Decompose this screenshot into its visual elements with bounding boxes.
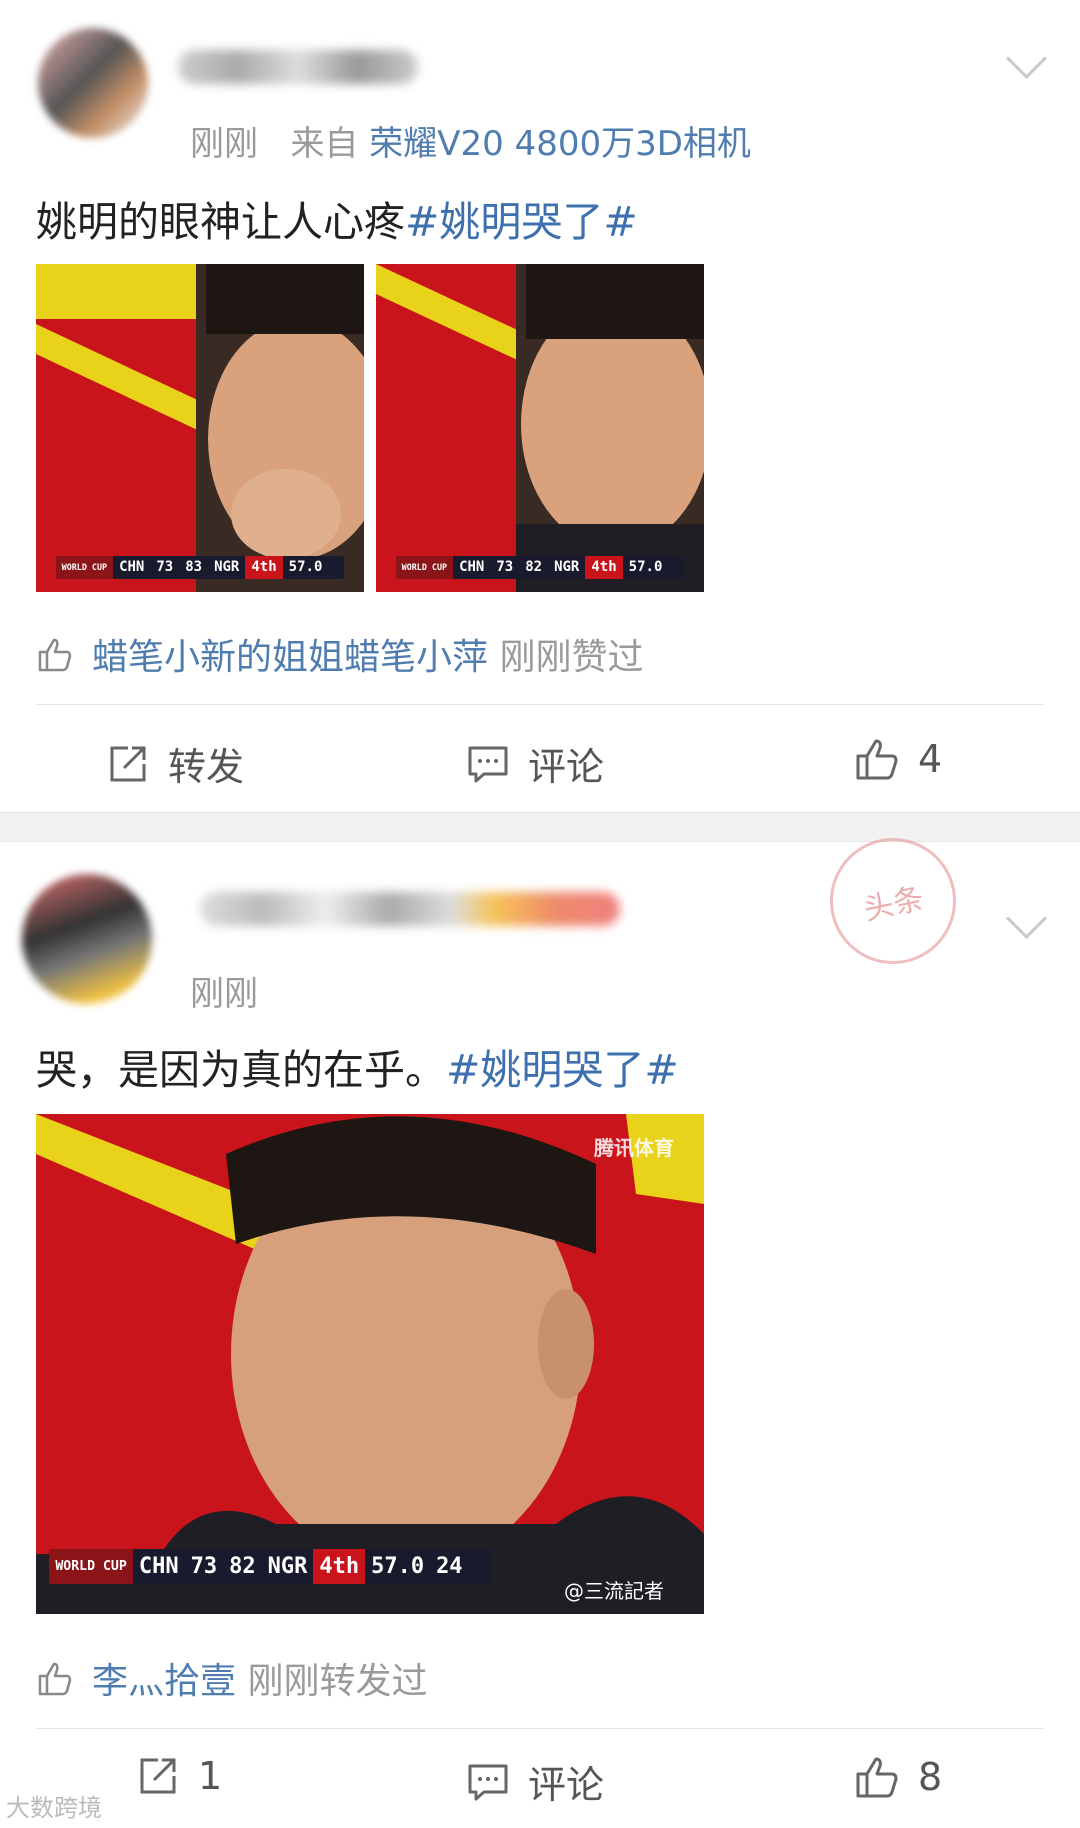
- thumbs-up-icon: [856, 1757, 898, 1798]
- comment-label: 评论: [528, 745, 605, 789]
- liker-name[interactable]: 蜡笔小新的姐姐蜡笔小萍: [92, 637, 488, 678]
- comment-button[interactable]: 评论: [466, 736, 604, 791]
- like-button[interactable]: 8: [854, 1754, 942, 1800]
- score1: 73: [190, 1554, 218, 1579]
- shot-clock: 24: [436, 1554, 463, 1579]
- team2: NGR: [267, 1554, 308, 1579]
- comment-button[interactable]: 评论: [466, 1754, 604, 1809]
- team1: CHN: [459, 559, 485, 576]
- post-time: 刚刚: [190, 974, 258, 1014]
- share-icon: [110, 746, 146, 781]
- team1: CHN: [138, 1554, 179, 1579]
- post-card: 刚刚 来自 荣耀V20 4800万3D相机 姚明的眼神让人心疼#姚明哭了# WO…: [0, 0, 1080, 812]
- scoreboard: WORLD CUP CHN 73 83 NGR 4th 57.0: [55, 555, 345, 579]
- repost-count: 1: [198, 1754, 223, 1798]
- feed-separator: [0, 812, 1080, 842]
- post-text: 姚明的眼神让人心疼#姚明哭了#: [36, 188, 638, 248]
- clock: 57.0: [628, 559, 663, 576]
- post-image[interactable]: WORLD CUP CHN 73 82 NGR 4th 57.0: [376, 264, 704, 592]
- post-meta: 刚刚 来自 荣耀V20 4800万3D相机: [190, 116, 751, 165]
- thumbs-up-icon: [36, 636, 74, 683]
- period: 4th: [313, 1549, 366, 1584]
- post-time: 刚刚: [190, 124, 258, 164]
- score2: 82: [229, 1554, 256, 1579]
- divider: [36, 704, 1044, 705]
- comment-icon: [468, 1764, 508, 1800]
- chevron-down-icon[interactable]: [1005, 897, 1048, 940]
- scoreboard-event: WORLD CUP: [55, 555, 114, 579]
- scoreboard: WORLD CUP CHN 73 82 NGR 4th 57.0 24: [49, 1549, 491, 1584]
- photo-graphic: [376, 264, 704, 592]
- repost-button[interactable]: 转发: [106, 736, 244, 791]
- score2: 82: [525, 559, 543, 576]
- scoreboard-event: WORLD CUP: [49, 1549, 133, 1584]
- hashtag[interactable]: #姚明哭了#: [405, 198, 638, 246]
- clock: 57.0: [288, 559, 323, 576]
- like-count: 4: [918, 737, 943, 781]
- post-body: 哭，是因为真的在乎。: [36, 1046, 446, 1094]
- liked-action: 刚刚赞过: [499, 637, 644, 678]
- comment-icon: [468, 746, 508, 782]
- username-blurred[interactable]: [178, 50, 418, 84]
- comment-label: 评论: [528, 1763, 605, 1807]
- repost-label: 转发: [168, 745, 245, 789]
- post-text: 哭，是因为真的在乎。#姚明哭了#: [36, 1036, 679, 1096]
- post-meta: 刚刚: [190, 966, 258, 1015]
- scoreboard-event: WORLD CUP: [395, 555, 454, 579]
- device-source[interactable]: 荣耀V20 4800万3D相机: [369, 124, 751, 164]
- tencent-sports-logo: 腾讯体育: [594, 1136, 674, 1160]
- reposter-name[interactable]: 李灬拾壹: [92, 1661, 236, 1702]
- username-blurred[interactable]: [200, 892, 620, 926]
- hashtag[interactable]: #姚明哭了#: [446, 1046, 679, 1094]
- post-card: 刚刚 哭，是因为真的在乎。#姚明哭了# 腾讯体育 WORLD CUP CHN 7…: [0, 842, 1080, 1828]
- photo-graphic: [36, 1114, 704, 1614]
- photo-graphic: [36, 264, 364, 592]
- clock: 57.0: [371, 1554, 425, 1579]
- repost-action: 刚刚转发过: [247, 1661, 428, 1702]
- like-count: 8: [918, 1755, 943, 1799]
- liked-by-row: 蜡笔小新的姐姐蜡笔小萍 刚刚赞过: [36, 628, 643, 683]
- post-body: 姚明的眼神让人心疼: [36, 198, 405, 246]
- liked-by-row: 李灬拾壹 刚刚转发过: [36, 1652, 427, 1707]
- divider: [36, 1728, 1044, 1729]
- like-button[interactable]: 4: [854, 736, 942, 782]
- team2: NGR: [214, 559, 240, 576]
- team2: NGR: [554, 559, 580, 576]
- watermark: 大数跨境: [6, 1794, 102, 1822]
- thumbs-up-icon: [856, 739, 898, 780]
- period: 4th: [585, 555, 623, 579]
- image-credit: @三流記者: [564, 1579, 664, 1603]
- score1: 73: [156, 559, 174, 576]
- chevron-down-icon[interactable]: [1005, 37, 1048, 80]
- repost-button[interactable]: 1: [136, 1754, 222, 1798]
- post-image[interactable]: 腾讯体育 WORLD CUP CHN 73 82 NGR 4th 57.0 24…: [36, 1114, 704, 1614]
- from-prefix: 来自: [290, 124, 359, 164]
- scoreboard: WORLD CUP CHN 73 82 NGR 4th 57.0: [395, 555, 685, 579]
- post-image[interactable]: WORLD CUP CHN 73 83 NGR 4th 57.0: [36, 264, 364, 592]
- share-icon: [140, 1758, 176, 1794]
- thumbs-up-icon: [36, 1660, 74, 1707]
- score1: 73: [496, 559, 514, 576]
- period: 4th: [245, 555, 283, 579]
- score2: 83: [185, 559, 203, 576]
- avatar[interactable]: [38, 28, 148, 138]
- team1: CHN: [119, 559, 145, 576]
- avatar[interactable]: [22, 874, 152, 1004]
